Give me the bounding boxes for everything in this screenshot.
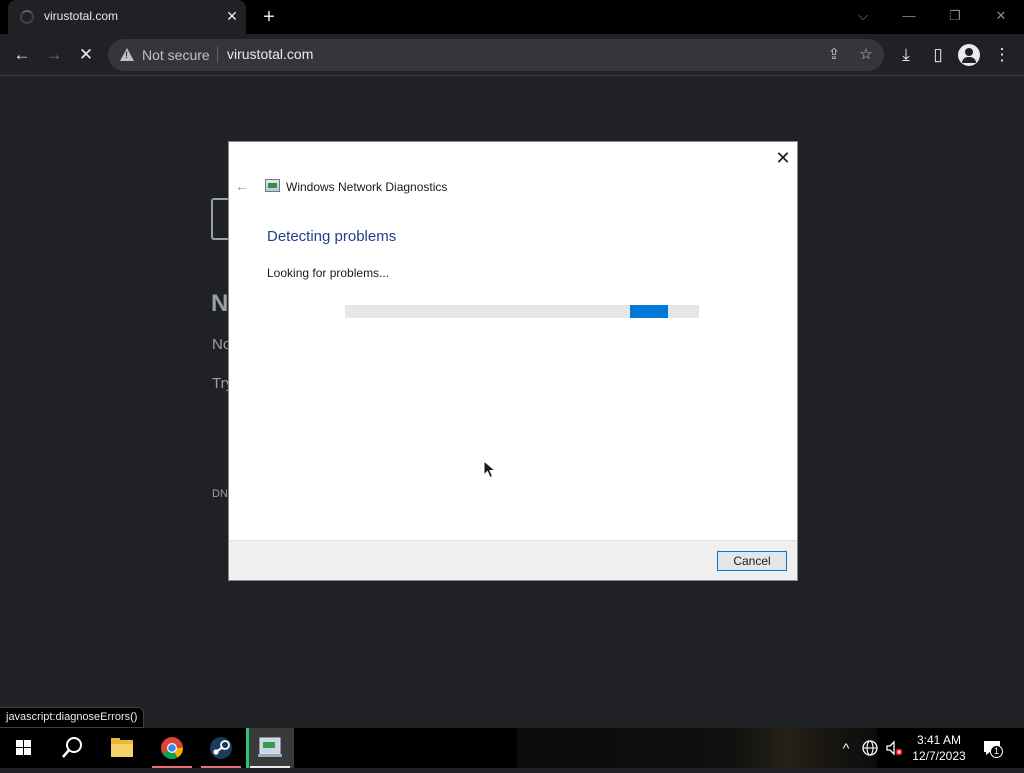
profile-avatar-icon[interactable]: [958, 44, 980, 66]
tab-title: virustotal.com: [44, 9, 119, 23]
tab-close-icon[interactable]: ✕: [224, 8, 240, 24]
back-button[interactable]: ←: [10, 43, 34, 67]
taskbar-steam[interactable]: [197, 728, 245, 768]
clock-time: 3:41 AM: [916, 733, 962, 747]
windows-taskbar: ^ 3:41 AM 12/7/2023 1: [0, 728, 1024, 768]
divider: [217, 47, 218, 63]
cancel-button[interactable]: Cancel: [717, 551, 787, 571]
browser-toolbar: ← → ✕ Not secure virustotal.com ⇪ ☆ ⤓ ▯ …: [0, 34, 1024, 76]
warning-icon[interactable]: [120, 48, 134, 61]
active-indicator: [246, 728, 249, 768]
progress-bar: [345, 305, 699, 318]
address-bar[interactable]: Not secure virustotal.com ⇪ ☆: [108, 39, 884, 71]
volume-muted-icon[interactable]: [884, 738, 904, 758]
tab-search-dropdown-icon[interactable]: ⌵: [848, 4, 878, 28]
security-indicator[interactable]: Not secure: [142, 47, 210, 63]
browser-tab-strip: virustotal.com ✕ + ⌵ — ❐ ✕: [0, 0, 1024, 34]
taskbar-search-button[interactable]: [48, 728, 96, 768]
network-diagnostics-dialog: ✕ ← Windows Network Diagnostics Detectin…: [228, 141, 798, 581]
dialog-heading: Detecting problems: [267, 228, 397, 245]
network-globe-icon[interactable]: [860, 738, 880, 758]
network-diagnostics-icon: [265, 179, 280, 192]
bookmark-star-icon[interactable]: ☆: [856, 45, 876, 65]
error-heading: N: [211, 290, 229, 317]
restore-button[interactable]: ❐: [940, 4, 970, 28]
side-panel-icon[interactable]: ▯: [926, 43, 950, 67]
show-hidden-icons-chevron-icon[interactable]: ^: [836, 738, 856, 758]
dialog-footer: Cancel: [229, 540, 797, 580]
forward-button[interactable]: →: [42, 43, 66, 67]
dialog-title: Windows Network Diagnostics: [286, 180, 448, 194]
search-icon: [62, 737, 82, 758]
share-icon[interactable]: ⇪: [824, 45, 844, 65]
taskbar-network-diagnostics[interactable]: [246, 728, 294, 768]
notification-count-badge: 1: [990, 745, 1003, 758]
dialog-back-button[interactable]: ←: [235, 178, 251, 194]
url-text[interactable]: virustotal.com: [227, 46, 313, 62]
taskbar-chrome[interactable]: [148, 728, 196, 768]
system-clock[interactable]: 3:41 AM 12/7/2023: [906, 732, 972, 764]
progress-marquee: [630, 305, 668, 318]
dialog-status-text: Looking for problems...: [267, 266, 390, 280]
loading-spinner-icon: [20, 10, 34, 24]
dialog-close-button[interactable]: ✕: [773, 148, 793, 168]
mouse-cursor-icon: [483, 460, 497, 479]
start-button[interactable]: [0, 728, 48, 768]
clock-date: 12/7/2023: [912, 749, 966, 763]
minimize-button[interactable]: —: [894, 4, 924, 28]
error-code: DN: [212, 488, 228, 500]
tab-virustotal[interactable]: virustotal.com ✕: [8, 0, 246, 34]
window-close-button[interactable]: ✕: [986, 4, 1016, 28]
download-icon[interactable]: ⤓: [894, 43, 918, 67]
stop-loading-button[interactable]: ✕: [74, 43, 98, 67]
start-icon: [16, 740, 31, 755]
new-tab-button[interactable]: +: [258, 6, 280, 28]
chrome-icon: [161, 737, 183, 759]
action-center-button[interactable]: 1: [982, 738, 1003, 758]
steam-icon: [210, 737, 232, 759]
taskbar-empty-area: [517, 728, 877, 768]
taskbar-file-explorer[interactable]: [98, 728, 146, 768]
file-explorer-icon: [111, 738, 133, 757]
link-status-bubble: javascript:diagnoseErrors(): [0, 707, 145, 728]
network-diagnostics-icon: [258, 737, 282, 757]
browser-menu-icon[interactable]: ⋮: [990, 43, 1014, 67]
